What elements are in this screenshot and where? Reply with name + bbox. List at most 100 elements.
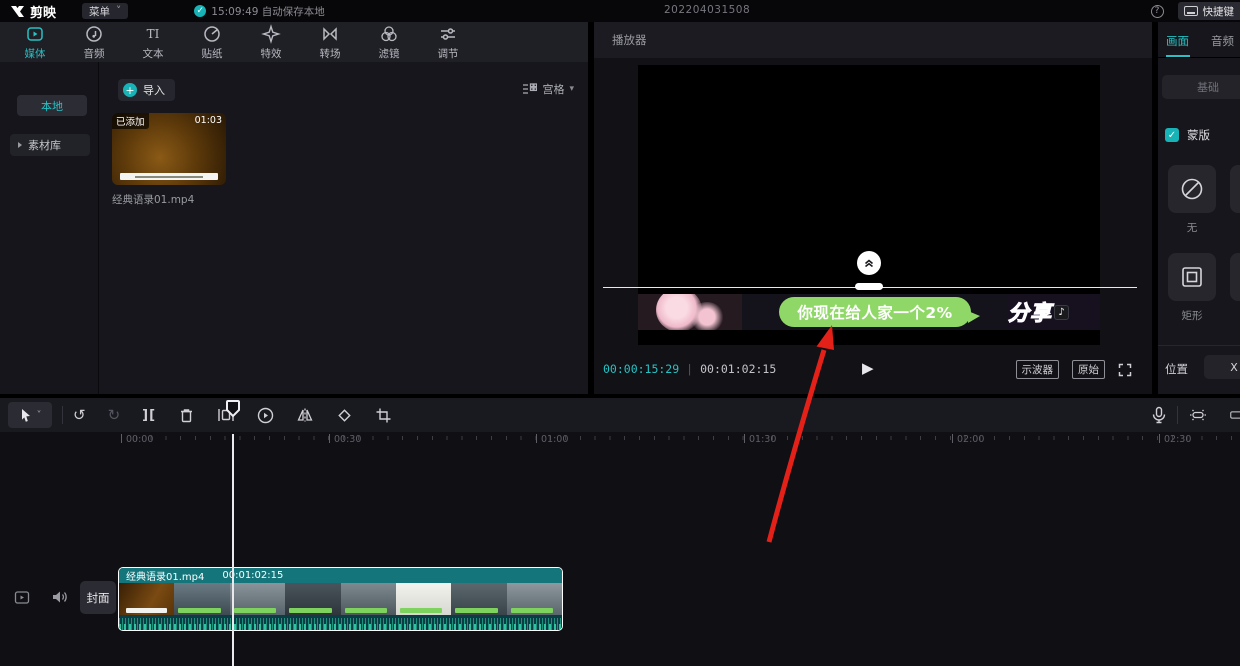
rectangle-mask-icon [1179, 264, 1205, 290]
track-preview-icon[interactable] [14, 590, 30, 605]
mask-option-partial-2[interactable] [1230, 253, 1240, 301]
mask-option-none[interactable] [1168, 165, 1216, 213]
mask-checkbox[interactable]: ✓ [1165, 128, 1179, 142]
player-panel: 播放器 你现在给人家一个2% 分享 ♪ [594, 22, 1152, 394]
shortcuts-button[interactable]: 快捷键 [1178, 2, 1240, 20]
clip-name: 经典语录01.mp4 [126, 568, 204, 583]
mute-track-icon[interactable] [51, 589, 68, 605]
player-controls-right: 示波器 原始 [1016, 360, 1133, 379]
tab-audio[interactable]: 音频 [75, 24, 113, 61]
timeline-ruler[interactable]: 00:00 00:30 01:00 01:30 02:00 02:30 [0, 432, 1240, 449]
import-label: 导入 [143, 82, 165, 98]
player-body: 你现在给人家一个2% 分享 ♪ 00:00:15:29 | [594, 58, 1152, 394]
video-clip[interactable]: 经典语录01.mp4 00:01:02:15 [118, 567, 563, 631]
ruler-label: 00:00 [121, 434, 153, 445]
clip-header: 经典语录01.mp4 00:01:02:15 [119, 568, 562, 583]
transition-icon [320, 24, 340, 44]
playhead-handle[interactable] [226, 399, 240, 419]
tab-audio-settings[interactable]: 音频 [1211, 33, 1234, 49]
tab-media[interactable]: 媒体 [16, 24, 54, 61]
import-button[interactable]: + 导入 [118, 79, 175, 101]
tab-sticker[interactable]: 贴纸 [193, 24, 231, 61]
rotate-button[interactable] [336, 407, 353, 424]
plus-icon: + [123, 83, 137, 97]
media-content: + 导入 宫格 ▾ 已添加 01:03 经典语录01.mp4 [100, 62, 588, 394]
reverse-button[interactable] [257, 407, 274, 424]
play-button[interactable]: ▶ [862, 359, 874, 377]
section-basic[interactable]: 基础 [1162, 75, 1240, 99]
fullscreen-icon[interactable] [1118, 363, 1132, 377]
tab-visual[interactable]: 画面 [1166, 33, 1189, 49]
inspector-panel: 画面 音频 基础 ✓ 蒙版 无 矩形 位置 [1158, 22, 1240, 394]
ruler-label: 00:30 [329, 434, 361, 445]
scope-button[interactable]: 示波器 [1016, 360, 1060, 379]
divider [62, 406, 63, 424]
project-title: 202204031508 [664, 4, 750, 16]
record-voiceover-button[interactable] [1151, 406, 1167, 424]
shortcuts-label: 快捷键 [1203, 4, 1235, 19]
total-time: 00:01:02:15 [700, 362, 776, 376]
tab-text[interactable]: TI 文本 [134, 24, 172, 61]
filmstrip-frame [451, 583, 506, 615]
snap-toggle-button[interactable] [1188, 407, 1208, 423]
sidebar-item-local[interactable]: 本地 [17, 95, 87, 116]
caption-text: 你现在给人家一个2% [797, 301, 952, 323]
clip-filmstrip [119, 583, 562, 615]
top-bar: 剪映 菜单 ˅ ✓ 15:09:49 自动保存本地 202204031508 ?… [0, 0, 1240, 22]
chevron-double-up-icon [863, 257, 875, 269]
cover-button[interactable]: 封面 [80, 581, 116, 614]
tab-filters[interactable]: 滤镜 [370, 24, 408, 61]
select-tool-button[interactable]: ˅ [8, 402, 52, 428]
mask-option-rectangle[interactable] [1168, 253, 1216, 301]
undo-button[interactable]: ↺ [73, 408, 86, 423]
tab-transitions[interactable]: 转场 [311, 24, 349, 61]
tab-sticker-label: 贴纸 [202, 46, 223, 61]
divider [1158, 345, 1240, 346]
delete-button[interactable] [178, 407, 195, 424]
video-preview[interactable]: 你现在给人家一个2% 分享 ♪ [638, 65, 1100, 345]
redo-button[interactable]: ↻ [108, 408, 121, 423]
sidebar-item-library[interactable]: 素材库 [10, 134, 90, 156]
chevron-down-icon: ˅ [37, 410, 42, 421]
playhead-line[interactable] [232, 434, 234, 666]
tab-transitions-label: 转场 [320, 46, 341, 61]
inspector-tab-bar: 画面 音频 [1158, 22, 1240, 58]
original-button[interactable]: 原始 [1072, 360, 1105, 379]
view-mode-label: 宫格 [542, 81, 564, 97]
mirror-button[interactable] [296, 407, 314, 423]
music-note-icon: ♪ [1054, 305, 1069, 320]
filter-icon [379, 24, 399, 44]
adjust-icon [438, 24, 458, 44]
asset-tab-bar: 媒体 音频 TI 文本 贴纸 [0, 22, 588, 62]
preview-axis-icon [1230, 408, 1240, 422]
media-icon [25, 24, 45, 44]
timeline-section: ˅ ↺ ↻ ][ [0, 398, 1240, 666]
media-item[interactable]: 已添加 01:03 经典语录01.mp4 [112, 113, 226, 207]
topbar-right: ? 快捷键 [1151, 0, 1240, 22]
snap-icon [1188, 407, 1208, 423]
view-mode-dropdown[interactable]: 宫格 ▾ [522, 81, 574, 97]
timeline-toolbar: ˅ ↺ ↻ ][ [0, 398, 1240, 432]
filmstrip-frame [119, 583, 174, 615]
video-editor-window: 剪映 菜单 ˅ ✓ 15:09:49 自动保存本地 202204031508 ?… [0, 0, 1240, 666]
menu-button[interactable]: 菜单 ˅ [82, 3, 128, 19]
text-icon: TI [143, 24, 163, 44]
drag-handle[interactable] [855, 283, 883, 290]
position-x-field[interactable]: X [1204, 355, 1240, 379]
rotate-icon [336, 407, 353, 424]
split-button[interactable]: ][ [142, 408, 156, 423]
mask-label: 蒙版 [1187, 127, 1210, 143]
help-icon[interactable]: ? [1151, 5, 1164, 18]
crop-button[interactable] [375, 407, 392, 424]
media-thumbnail[interactable]: 已添加 01:03 [112, 113, 226, 185]
mask-option-partial-1[interactable] [1230, 165, 1240, 213]
collapse-button[interactable] [857, 251, 881, 275]
ruler-ticks [121, 436, 1240, 440]
tab-adjust[interactable]: 调节 [429, 24, 467, 61]
timeline-toolbar-right [1151, 406, 1240, 424]
crop-icon [375, 407, 392, 424]
caption-bubble[interactable]: 你现在给人家一个2% [779, 297, 970, 327]
tab-effects[interactable]: 特效 [252, 24, 290, 61]
tab-adjust-label: 调节 [438, 46, 459, 61]
preview-axis-button[interactable] [1230, 408, 1240, 422]
